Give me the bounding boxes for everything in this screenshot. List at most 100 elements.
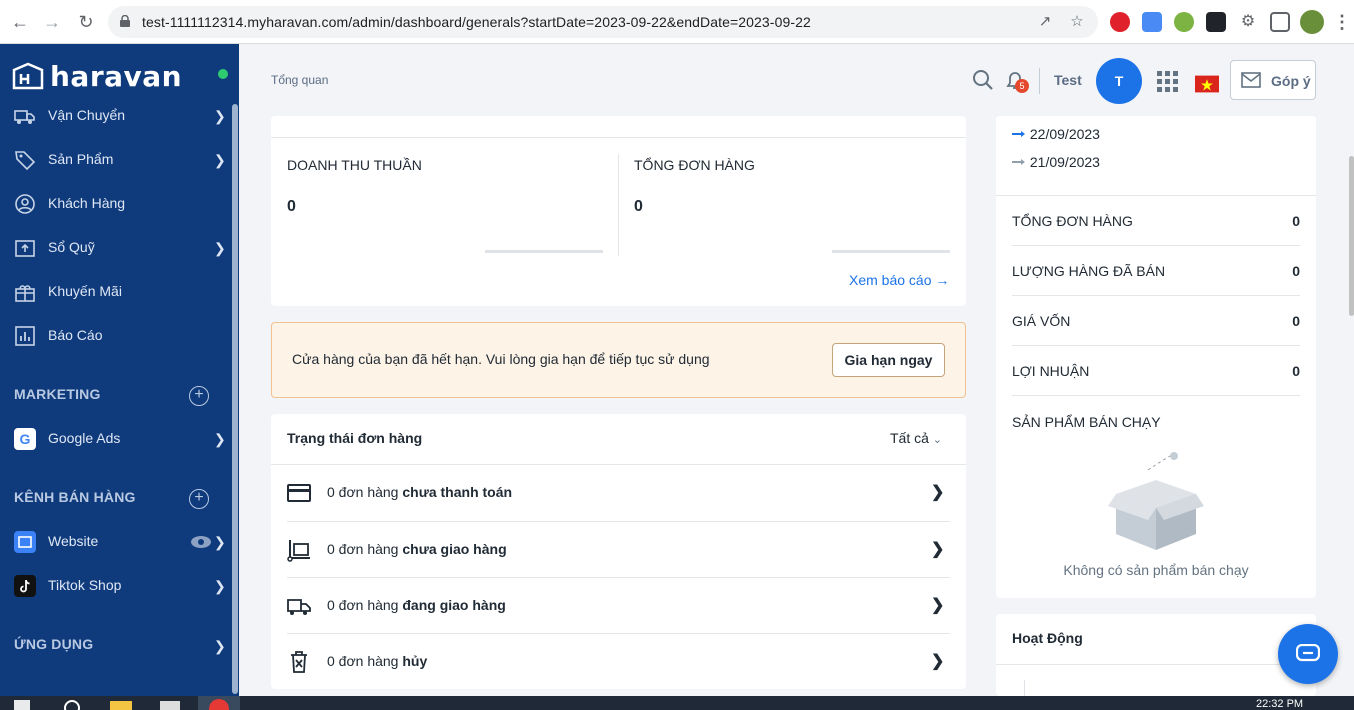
avatar[interactable]: T [1096,58,1142,104]
truck-icon [14,110,35,124]
side-panel-icon[interactable] [1270,12,1290,32]
browser-toolbar: ← → ↻ test-1111112314.myharavan.com/admi… [0,0,1354,44]
online-status-dot [218,69,228,79]
order-row-shipping[interactable]: 0 đơn hàng đang giao hàng ❯ [287,577,950,633]
translate-extension-icon[interactable] [1142,12,1162,32]
logo[interactable]: haravan [10,58,182,94]
sidebar-item-tiktok-shop[interactable]: Tiktok Shop ❯ [0,564,232,608]
vietnam-flag-icon[interactable] [1195,72,1219,96]
taskbar-app-icon[interactable] [160,701,180,710]
status-filter-dropdown[interactable]: Tất cả ⌄ [890,430,942,446]
sidebar-item-label: Google Ads [48,430,121,446]
divider [1039,68,1040,94]
scrollbar-thumb[interactable] [1349,156,1354,316]
search-taskbar-icon[interactable] [64,700,80,710]
opera-extension-icon[interactable] [1110,12,1130,32]
orders-sparkline [832,250,950,253]
expiry-message: Cửa hàng của bạn đã hết hạn. Vui lòng gi… [292,351,710,367]
sidebar-item-label: Khách Hàng [48,195,126,211]
profile-avatar-icon[interactable] [1300,10,1324,34]
taskbar-clock[interactable]: 22:32 PM [1256,698,1303,710]
timeline-line [1024,680,1025,696]
sidebar-item-label: Báo Cáo [48,327,103,343]
search-icon[interactable] [971,68,995,92]
summary-card: 22/09/2023 21/09/2023 TỔNG ĐƠN HÀNG 0 LƯỢ… [996,116,1316,598]
sidebar-item-label: Sổ Quỹ [48,239,95,255]
taskbar-chrome-slot[interactable] [198,696,240,710]
chevron-down-icon: ⌄ [932,434,943,446]
eye-icon[interactable] [190,535,212,549]
tag-icon [15,151,36,171]
kpi-card: DOANH THU THUẦN 0 TỔNG ĐƠN HÀNG 0 Xem bá… [271,116,966,306]
feedback-button[interactable]: Góp ý [1230,60,1316,100]
chevron-right-icon: ❯ [931,597,945,614]
url-text[interactable]: test-1111112314.myharavan.com/admin/dash… [142,14,811,30]
sidebar-item-google-ads[interactable]: G Google Ads ❯ [0,417,232,461]
order-row-not-shipped[interactable]: 0 đơn hàng chưa giao hàng ❯ [287,521,950,577]
website-icon [14,531,36,553]
sidebar-item-so-quy[interactable]: Sổ Quỹ ❯ [0,226,232,270]
chevron-right-icon: ❯ [931,541,945,558]
more-menu-icon[interactable]: ⋮ [1330,10,1354,34]
sidebar-item-khach-hang[interactable]: Khách Hàng [0,182,232,226]
section-apps: ỨNG DỤNG [14,636,94,652]
order-row-unpaid[interactable]: 0 đơn hàng chưa thanh toán ❯ [287,465,950,521]
sidebar-item-san-pham[interactable]: Sản Phẩm ❯ [0,138,232,182]
share-icon[interactable]: ↗ [1036,13,1054,31]
renew-button[interactable]: Gia hạn ngay [832,343,945,377]
windows-start-icon[interactable] [14,700,30,710]
address-bar[interactable]: test-1111112314.myharavan.com/admin/dash… [108,6,1098,38]
chevron-right-icon: ❯ [214,431,226,447]
sidebar-item-website[interactable]: Website ❯ [0,520,232,564]
activity-title: Hoạt Động [1012,630,1083,646]
divider [996,664,1316,665]
report-icon [15,326,35,346]
chat-button[interactable] [1278,624,1338,684]
chevron-right-icon: ❯ [214,534,226,550]
chevron-right-icon[interactable]: ❯ [214,638,226,655]
section-sales-channels: KÊNH BÁN HÀNG [14,489,136,505]
file-explorer-icon[interactable] [110,701,132,710]
breadcrumb[interactable]: Tổng quan [271,73,328,87]
stat-items-sold: LƯỢNG HÀNG ĐÃ BÁN 0 [1012,246,1300,296]
add-marketing-icon[interactable]: + [189,386,209,406]
cashbook-icon [15,240,35,257]
orders-value: 0 [634,198,643,215]
page-scrollbar[interactable] [1349,120,1354,690]
chat-icon [1296,644,1320,662]
user-name[interactable]: Test [1054,72,1082,88]
view-report-link[interactable]: Xem báo cáo → [849,272,949,288]
chevron-right-icon: ❯ [214,152,226,168]
sidebar-scrollbar[interactable] [232,104,238,694]
forward-icon[interactable]: → [40,10,64,34]
add-channel-icon[interactable]: + [189,489,209,509]
react-devtools-icon[interactable] [1206,12,1226,32]
apps-grid-icon[interactable] [1155,69,1179,93]
trolley-icon [287,540,310,562]
sidebar-item-bao-cao[interactable]: Báo Cáo [0,314,232,358]
star-icon[interactable]: ☆ [1068,13,1086,31]
sidebar-item-khuyen-mai[interactable]: Khuyến Mãi [0,270,232,314]
user-circle-icon [15,194,35,214]
section-marketing: MARKETING [14,386,101,402]
arrow-right-icon: → [935,272,950,288]
chevron-right-icon: ❯ [931,484,945,501]
sidebar-item-label: Website [48,533,99,549]
extension-icon[interactable] [1174,12,1194,32]
feedback-label: Góp ý [1271,73,1311,89]
mail-icon [1241,72,1261,88]
order-row-cancelled[interactable]: 0 đơn hàng hủy ❯ [287,633,950,689]
sidebar-item-label: Sản Phẩm [48,151,114,167]
reload-icon[interactable]: ↻ [74,10,98,34]
expiry-banner: Cửa hàng của bạn đã hết hạn. Vui lòng gi… [271,322,966,398]
chevron-right-icon: ❯ [214,240,226,256]
legend-line-icon [1012,131,1025,137]
credit-card-icon [287,484,311,502]
chevron-right-icon: ❯ [214,578,226,594]
notification-button[interactable]: 5 [1003,68,1033,96]
back-icon[interactable]: ← [8,10,32,34]
puzzle-extensions-icon[interactable]: ⚙ [1238,12,1258,32]
sidebar-item-label: Vận Chuyển [48,107,126,123]
order-status-title: Trạng thái đơn hàng [287,430,423,446]
sidebar-item-van-chuyen[interactable]: Vận Chuyển ❯ [0,94,232,138]
